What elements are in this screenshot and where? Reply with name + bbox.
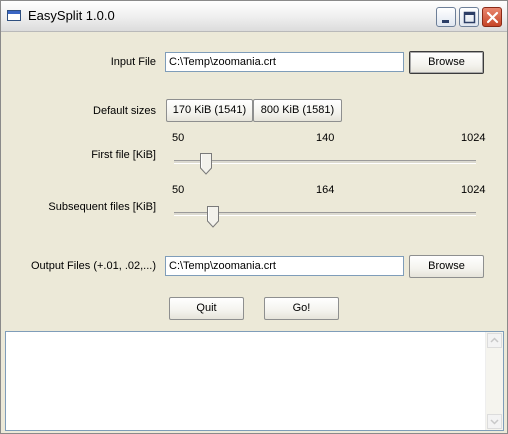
output-files-label: Output Files (+.01, .02,...) <box>30 260 156 272</box>
subsequent-files-max-label: 1024 <box>461 184 486 196</box>
default-size-800-button[interactable]: 800 KiB (1581) <box>253 99 342 122</box>
first-file-max-label: 1024 <box>461 132 486 144</box>
log-scrollbar[interactable] <box>485 332 503 430</box>
close-button[interactable] <box>482 7 502 27</box>
arrow-up-icon <box>490 337 499 343</box>
input-browse-button[interactable]: Browse <box>409 51 484 74</box>
first-file-slider-track[interactable] <box>174 160 476 164</box>
log-output-area[interactable] <box>5 331 504 431</box>
maximize-button[interactable] <box>459 7 479 27</box>
default-sizes-label: Default sizes <box>93 105 156 117</box>
go-button[interactable]: Go! <box>264 297 339 320</box>
subsequent-files-current-value: 164 <box>316 184 335 196</box>
input-file-label: Input File <box>110 56 156 68</box>
default-size-170-button[interactable]: 170 KiB (1541) <box>166 99 253 122</box>
minimize-icon <box>442 20 449 23</box>
main-window: EasySplit 1.0.0 Input File C:\Temp\zooma… <box>0 0 508 434</box>
title-bar[interactable]: EasySplit 1.0.0 <box>1 1 507 32</box>
first-file-current-value: 140 <box>316 132 335 144</box>
window-title: EasySplit 1.0.0 <box>28 8 115 23</box>
first-file-label: First file [KiB] <box>91 149 156 161</box>
subsequent-files-min-label: 50 <box>172 184 185 196</box>
maximize-icon <box>463 11 476 24</box>
subsequent-files-slider-thumb[interactable] <box>207 206 219 228</box>
output-browse-button[interactable]: Browse <box>409 255 484 278</box>
arrow-down-icon <box>490 419 499 425</box>
app-window-icon <box>7 10 21 21</box>
scroll-up-button[interactable] <box>487 333 502 348</box>
input-file-field[interactable]: C:\Temp\zoomania.crt <box>165 52 404 72</box>
scroll-down-button[interactable] <box>487 414 502 429</box>
close-icon <box>486 11 499 24</box>
minimize-button[interactable] <box>436 7 456 27</box>
output-files-field[interactable]: C:\Temp\zoomania.crt <box>165 256 404 276</box>
first-file-min-label: 50 <box>172 132 185 144</box>
subsequent-files-label: Subsequent files [KiB] <box>48 201 156 213</box>
first-file-slider-thumb[interactable] <box>200 153 212 175</box>
subsequent-files-slider-track[interactable] <box>174 212 476 216</box>
quit-button[interactable]: Quit <box>169 297 244 320</box>
